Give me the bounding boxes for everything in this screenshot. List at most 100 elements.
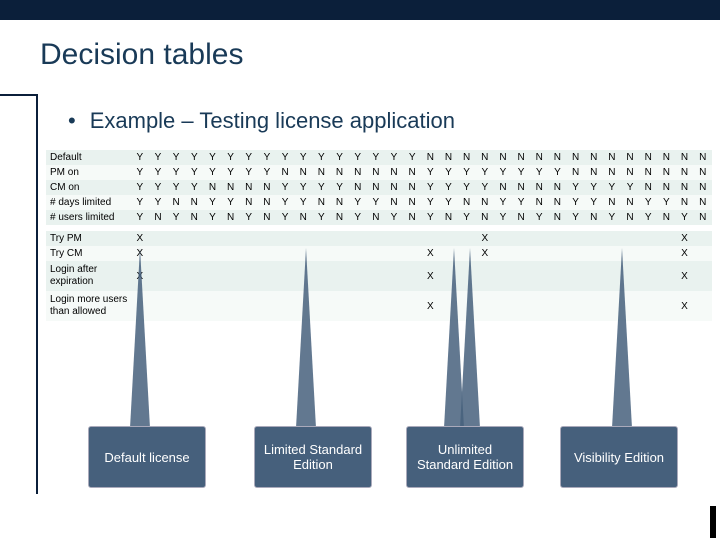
condition-cell: Y [458, 180, 476, 195]
condition-cell: N [312, 165, 330, 180]
condition-cell: N [439, 210, 457, 225]
condition-cell: N [657, 165, 675, 180]
condition-cell: N [530, 195, 548, 210]
action-cell [603, 246, 621, 261]
action-cell: X [421, 246, 439, 261]
action-cell [639, 261, 657, 291]
action-label: Login more users than allowed [46, 291, 131, 321]
action-cell: X [675, 246, 693, 261]
action-cell [585, 261, 603, 291]
action-cell [530, 261, 548, 291]
condition-cell: Y [222, 195, 240, 210]
action-cell [276, 231, 294, 246]
action-cell [385, 261, 403, 291]
action-cell [185, 291, 203, 321]
condition-cell: Y [131, 210, 149, 225]
action-cell [458, 231, 476, 246]
condition-cell: N [603, 195, 621, 210]
condition-cell: N [494, 150, 512, 165]
action-cell [512, 231, 530, 246]
condition-cell: Y [203, 210, 221, 225]
condition-cell: Y [294, 150, 312, 165]
condition-cell: Y [276, 210, 294, 225]
action-cell [330, 261, 348, 291]
condition-cell: N [548, 150, 566, 165]
action-cell [530, 231, 548, 246]
action-cell [203, 231, 221, 246]
callout-visibility-edition: Visibility Edition [560, 426, 678, 488]
action-cell [403, 291, 421, 321]
action-cell [276, 246, 294, 261]
action-cell [494, 246, 512, 261]
action-cell [203, 261, 221, 291]
condition-cell: N [530, 150, 548, 165]
condition-cell: Y [385, 210, 403, 225]
condition-cell: N [512, 210, 530, 225]
condition-cell: Y [367, 195, 385, 210]
action-cell [312, 261, 330, 291]
condition-cell: N [367, 180, 385, 195]
condition-cell: N [330, 195, 348, 210]
condition-cell: Y [276, 195, 294, 210]
action-cell [203, 246, 221, 261]
condition-cell: Y [167, 210, 185, 225]
condition-cell: Y [149, 180, 167, 195]
condition-cell: Y [458, 210, 476, 225]
action-cell [294, 261, 312, 291]
condition-cell: Y [312, 180, 330, 195]
action-cell [240, 291, 258, 321]
condition-cell: Y [639, 210, 657, 225]
action-cell [131, 291, 149, 321]
condition-cell: N [639, 150, 657, 165]
condition-cell: N [185, 210, 203, 225]
action-cell: X [675, 231, 693, 246]
callout-unlimited-standard: Unlimited Standard Edition [406, 426, 524, 488]
condition-cell: N [657, 150, 675, 165]
table-row: PM onYYYYYYYYNNNNNNNNYYYYYYYYNNNNNNNN [46, 165, 712, 180]
action-cell [385, 246, 403, 261]
action-cell [548, 246, 566, 261]
condition-cell: Y [167, 180, 185, 195]
rule-top [0, 94, 36, 96]
condition-cell: Y [203, 195, 221, 210]
action-cell [567, 231, 585, 246]
condition-label: CM on [46, 180, 131, 195]
condition-cell: Y [567, 195, 585, 210]
condition-cell: Y [203, 150, 221, 165]
table-row: # days limitedYYNNYYNNYYNNYYNNYYNNYYNNYY… [46, 195, 712, 210]
action-cell [694, 261, 712, 291]
condition-cell: N [222, 180, 240, 195]
condition-cell: N [403, 165, 421, 180]
action-cell [512, 246, 530, 261]
condition-cell: Y [494, 195, 512, 210]
condition-cell: N [675, 195, 693, 210]
action-cell [603, 291, 621, 321]
condition-cell: N [294, 165, 312, 180]
action-cell [312, 246, 330, 261]
condition-cell: Y [240, 210, 258, 225]
condition-cell: Y [494, 210, 512, 225]
action-cell [367, 246, 385, 261]
condition-cell: Y [149, 165, 167, 180]
condition-cell: N [675, 150, 693, 165]
action-cell [439, 246, 457, 261]
condition-cell: Y [530, 210, 548, 225]
action-cell [258, 261, 276, 291]
action-cell [276, 261, 294, 291]
action-cell [439, 291, 457, 321]
action-cell [548, 291, 566, 321]
condition-cell: N [385, 180, 403, 195]
action-cell [258, 246, 276, 261]
condition-cell: Y [131, 165, 149, 180]
condition-cell: N [621, 150, 639, 165]
condition-cell: N [258, 210, 276, 225]
action-cell [458, 261, 476, 291]
bullet-dot: • [68, 108, 76, 133]
action-cell [476, 261, 494, 291]
action-cell [167, 261, 185, 291]
condition-cell: N [476, 210, 494, 225]
action-cell [439, 231, 457, 246]
condition-cell: N [621, 210, 639, 225]
action-cell [439, 261, 457, 291]
action-cell [167, 231, 185, 246]
